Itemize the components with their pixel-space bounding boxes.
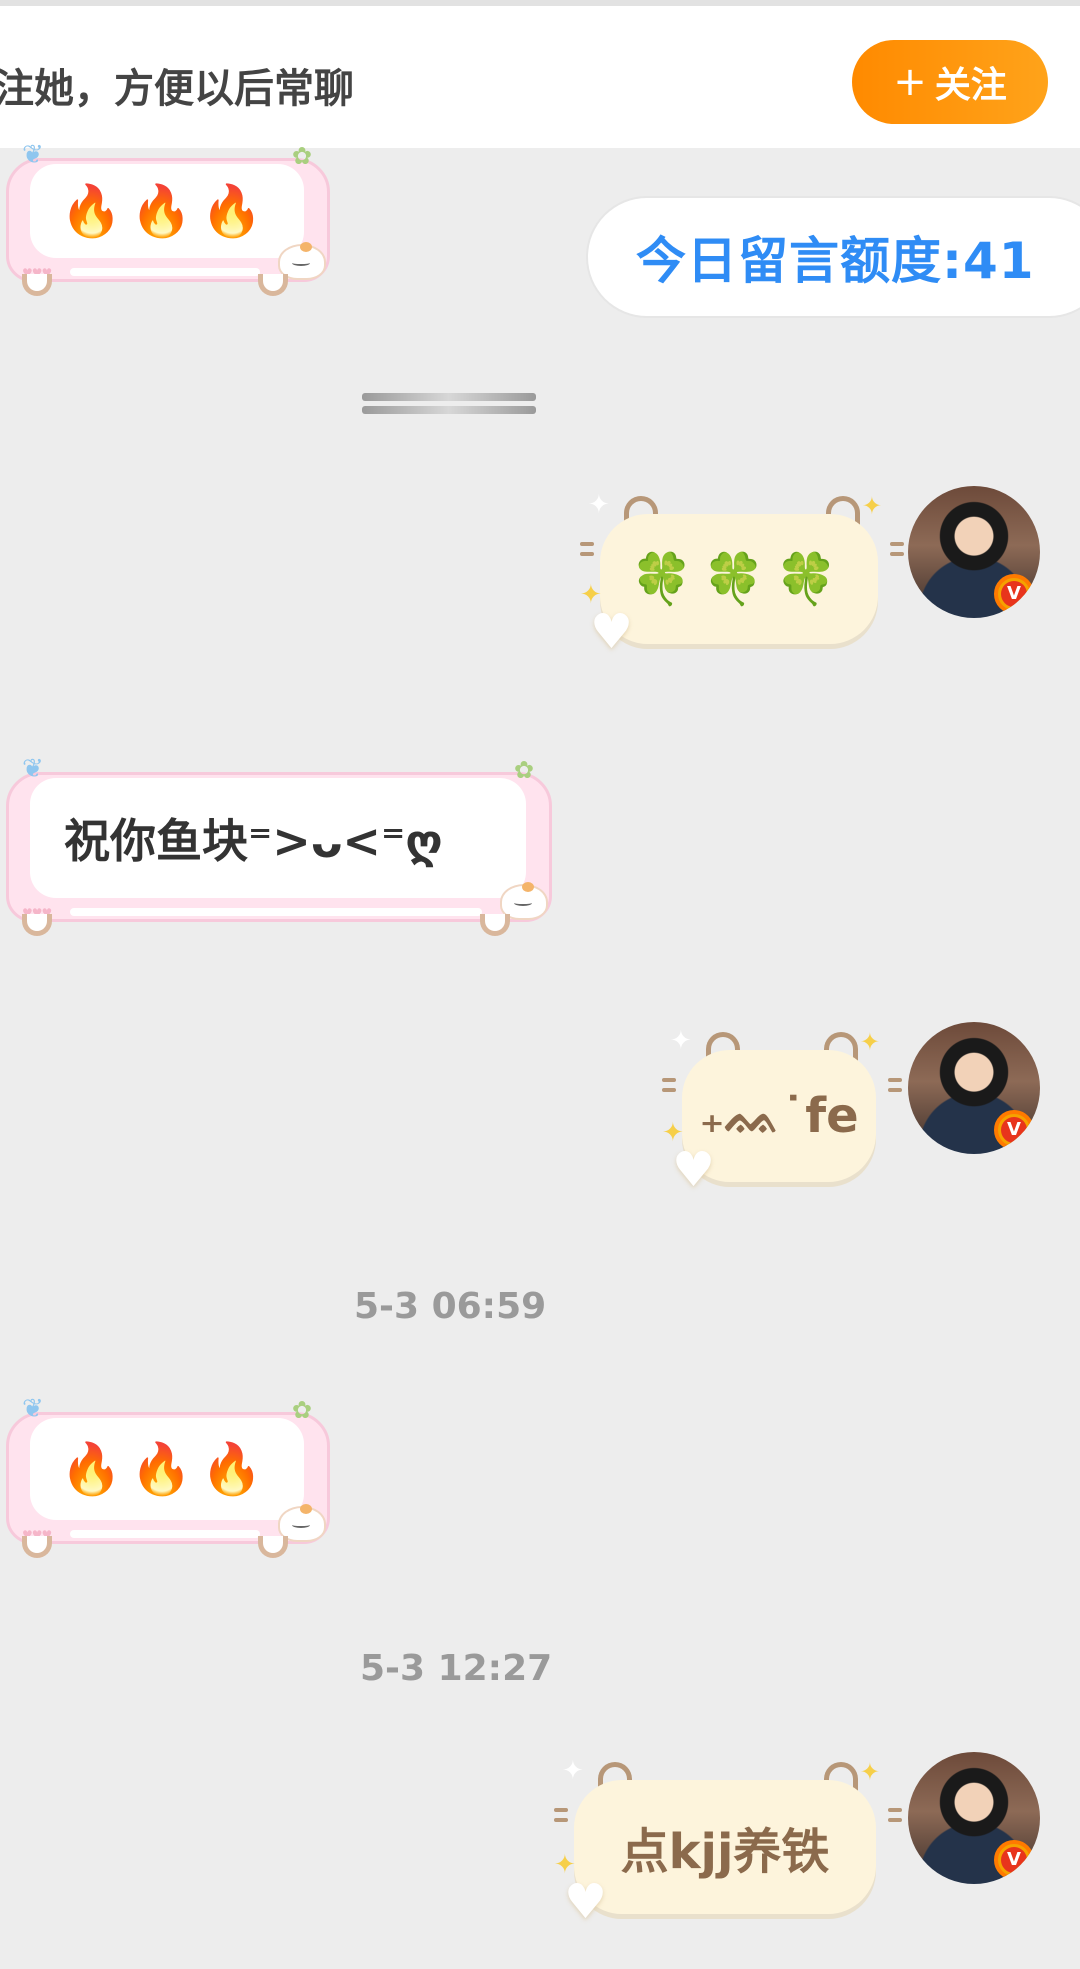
follow-button-label: 关注 bbox=[934, 65, 1007, 106]
bubble-stripe bbox=[70, 908, 482, 916]
verified-v-icon: V bbox=[994, 1110, 1034, 1150]
wheel-left bbox=[22, 914, 52, 936]
message-bubble-incoming[interactable]: ♥♥♥ ❦ ✿ 🔥🔥🔥 bbox=[0, 1394, 330, 1558]
message-bubble-outgoing[interactable]: ✦ ✦ ✦ ♥ 点kjj养铁 bbox=[554, 1756, 902, 1930]
wheel-left bbox=[22, 274, 52, 296]
loading-line bbox=[362, 393, 536, 401]
avatar[interactable]: V bbox=[908, 1022, 1040, 1154]
bubble-stripe bbox=[70, 268, 260, 276]
whisker-right bbox=[890, 542, 904, 558]
message-quota-label: 今日留言额度:41 bbox=[636, 232, 1035, 290]
message-bubble-outgoing[interactable]: ✦ ✦ ✦ ♥ 🍀🍀🍀 bbox=[580, 490, 904, 660]
wheel-right bbox=[480, 914, 510, 936]
plus-icon: + bbox=[893, 59, 927, 105]
whisker-left bbox=[662, 1078, 676, 1094]
avatar[interactable]: V bbox=[908, 1752, 1040, 1884]
follow-banner: 注她，方便以后常聊 + 关注 bbox=[0, 0, 1080, 148]
whisker-left bbox=[580, 542, 594, 558]
bubble-stripe bbox=[70, 1530, 260, 1538]
verified-v-icon: V bbox=[994, 574, 1034, 614]
wheel-right bbox=[258, 1536, 288, 1558]
message-bubble-incoming[interactable]: ♥♥♥ ❦ ✿ 祝你鱼块⁼>ᴗ<⁼ღ bbox=[0, 754, 552, 936]
loading-line bbox=[362, 406, 536, 414]
loading-indicator bbox=[362, 391, 536, 417]
message-text: 🍀🍀🍀 bbox=[630, 549, 848, 608]
wheel-right bbox=[258, 274, 288, 296]
follow-prompt-text: 注她，方便以后常聊 bbox=[0, 66, 354, 112]
message-text: 点kjj养铁 bbox=[620, 1824, 830, 1880]
message-timestamp: 5-3 12:27 bbox=[360, 1648, 553, 1689]
whisker-right bbox=[888, 1808, 902, 1824]
message-text: ₊ᨐ˙fe bbox=[699, 1087, 859, 1144]
whisker-left bbox=[554, 1808, 568, 1824]
whisker-right bbox=[888, 1078, 902, 1094]
follow-button[interactable]: + 关注 bbox=[852, 40, 1048, 124]
wheel-left bbox=[22, 1536, 52, 1558]
message-bubble-outgoing[interactable]: ✦ ✦ ✦ ♥ ₊ᨐ˙fe bbox=[662, 1026, 902, 1198]
message-timestamp: 5-3 06:59 bbox=[354, 1286, 547, 1327]
message-text: 🔥🔥🔥 bbox=[60, 181, 271, 240]
message-quota-pill: 今日留言额度:41 bbox=[588, 198, 1080, 316]
message-text: 祝你鱼块⁼>ᴗ<⁼ღ bbox=[64, 814, 443, 868]
avatar[interactable]: V bbox=[908, 486, 1040, 618]
verified-v-icon: V bbox=[994, 1840, 1034, 1880]
message-text: 🔥🔥🔥 bbox=[60, 1439, 271, 1498]
chat-page: 注她，方便以后常聊 + 关注 ♥♥♥ ❦ ✿ 🔥🔥🔥 今日留言额度:41 ✦ ✦ bbox=[0, 0, 1080, 1969]
message-bubble-incoming[interactable]: ♥♥♥ ❦ ✿ 🔥🔥🔥 bbox=[0, 140, 330, 296]
